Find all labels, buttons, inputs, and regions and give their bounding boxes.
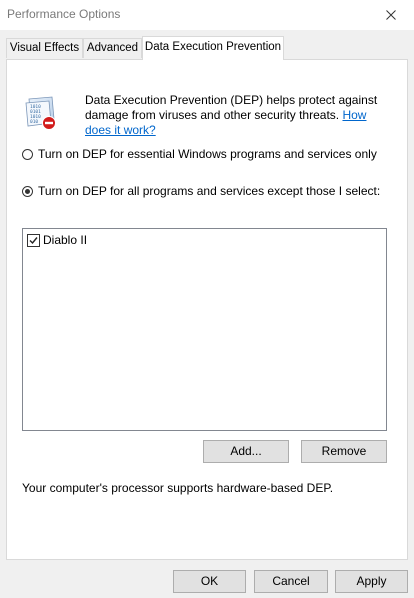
list-item-diablo-ii[interactable]: Diablo II	[27, 233, 87, 247]
dep-tab-panel: 1010 0101 1010 010 Data Execution Preven…	[6, 59, 408, 560]
radio-selected-dot	[25, 188, 30, 194]
performance-options-window: Performance Options Visual Effects Advan…	[0, 0, 414, 598]
radio-essential-only-label[interactable]: Turn on DEP for essential Windows progra…	[38, 147, 377, 161]
add-button[interactable]: Add...	[203, 440, 289, 463]
radio-essential-only[interactable]: Turn on DEP for essential Windows progra…	[22, 147, 377, 161]
dep-description: Data Execution Prevention (DEP) helps pr…	[85, 93, 390, 138]
tab-advanced[interactable]: Advanced	[83, 38, 142, 58]
dep-description-text: Data Execution Prevention (DEP) helps pr…	[85, 93, 378, 122]
title-bar: Performance Options	[0, 0, 414, 30]
checkmark-icon	[29, 236, 38, 244]
radio-all-except-selected-label[interactable]: Turn on DEP for all programs and service…	[38, 184, 380, 198]
window-title: Performance Options	[7, 7, 121, 21]
close-icon	[386, 10, 396, 20]
tab-data-execution-prevention[interactable]: Data Execution Prevention	[142, 36, 284, 60]
radio-all-except-selected-circle[interactable]	[22, 185, 33, 197]
svg-text:010: 010	[30, 119, 38, 125]
close-button[interactable]	[368, 0, 414, 30]
dep-shield-binary-icon: 1010 0101 1010 010	[25, 96, 56, 130]
apply-button[interactable]: Apply	[335, 570, 408, 593]
tab-strip: Visual Effects Advanced Data Execution P…	[6, 36, 408, 60]
dep-exception-list[interactable]: Diablo II	[22, 228, 387, 431]
diablo-ii-checkbox[interactable]	[27, 233, 40, 247]
diablo-ii-label[interactable]: Diablo II	[43, 233, 87, 247]
radio-essential-only-circle[interactable]	[22, 148, 33, 160]
radio-all-except-selected[interactable]: Turn on DEP for all programs and service…	[22, 184, 380, 198]
tab-visual-effects[interactable]: Visual Effects	[6, 38, 83, 58]
hardware-dep-status: Your computer's processor supports hardw…	[22, 481, 334, 495]
ok-button[interactable]: OK	[173, 570, 246, 593]
remove-button[interactable]: Remove	[301, 440, 387, 463]
cancel-button[interactable]: Cancel	[254, 570, 328, 593]
